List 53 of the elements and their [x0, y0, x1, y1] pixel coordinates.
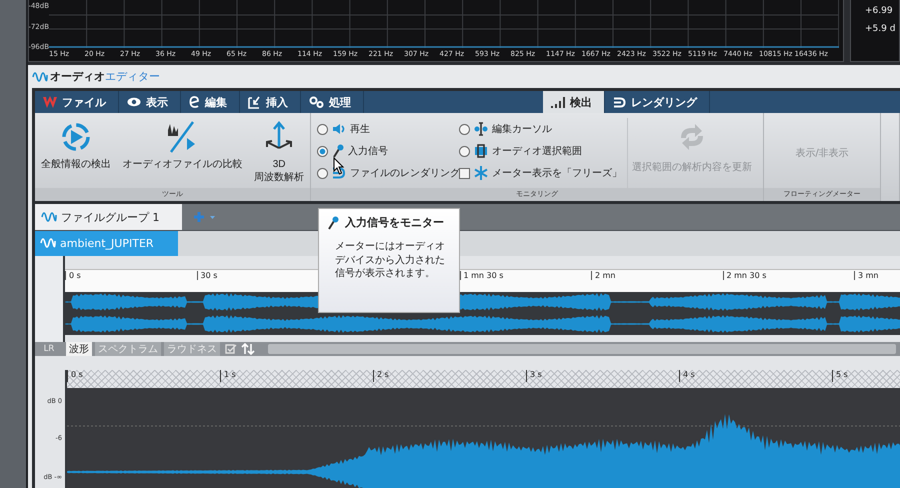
monitoring-option[interactable]: 再生: [317, 118, 459, 140]
radio-button[interactable]: [459, 146, 470, 157]
monitoring-option[interactable]: オーディオ選択範囲: [459, 140, 623, 162]
time-label: 2 mn: [591, 270, 616, 280]
mouse-pointer-icon: [333, 157, 345, 175]
eye-icon: [127, 97, 141, 108]
time-label: 0 s: [67, 370, 220, 382]
microphone-icon: [332, 144, 344, 158]
tooltip-title: 入力信号をモニター: [345, 215, 444, 230]
insert-icon: [248, 96, 261, 109]
wave-icon: [41, 211, 57, 224]
time-label: 3 mn: [854, 270, 878, 280]
tooltip-text: メーターにはオーディオデバイスから入力された信号が表示されます。: [334, 240, 446, 280]
view-tab[interactable]: 波形: [66, 342, 92, 356]
time-label: 3 s: [526, 370, 679, 382]
time-label: 4 s: [679, 370, 832, 382]
file-group-tab[interactable]: ファイルグループ 1: [35, 204, 182, 230]
signal-bars-icon: [551, 96, 565, 108]
edit-icon: [189, 96, 200, 108]
checkbox[interactable]: [459, 168, 470, 179]
readout-value: +6.99: [865, 6, 894, 16]
radio-button[interactable]: [317, 124, 328, 135]
microphone-icon: [327, 216, 339, 230]
channel-label: LR: [42, 344, 56, 354]
render-icon: [613, 96, 626, 108]
monitoring-option[interactable]: メーター表示を「フリーズ」: [459, 162, 623, 184]
gears-icon: [309, 96, 324, 108]
time-label: 2 s: [373, 370, 526, 382]
time-label: 30 s: [196, 270, 218, 280]
tool-button[interactable]: 3D 周波数解析: [252, 118, 306, 186]
time-label: 2 mn 30 s: [722, 270, 766, 280]
speaker-icon: [332, 123, 346, 136]
horizontal-scrollbar[interactable]: [268, 344, 896, 354]
wave-icon: [32, 70, 48, 82]
selection-icon: [474, 144, 488, 158]
wave-icon: [40, 237, 56, 250]
radio-button[interactable]: [459, 124, 470, 135]
time-label: 0 s: [65, 270, 81, 280]
monitoring-option[interactable]: 入力信号: [317, 140, 459, 162]
snowflake-icon: [474, 166, 488, 180]
window-title: オーディオエディター: [50, 69, 160, 84]
radio-button[interactable]: [317, 146, 328, 157]
readout-value: +5.9 d: [865, 24, 896, 34]
render-icon: [332, 167, 346, 180]
time-label: 1 s: [220, 370, 373, 382]
text-cursor-icon: [474, 122, 488, 136]
menu-tab[interactable]: 検出: [543, 91, 605, 114]
radio-button[interactable]: [317, 168, 328, 179]
tool-button[interactable]: オーディオファイルの比較: [120, 118, 244, 174]
time-label: 5 s: [832, 370, 900, 382]
monitoring-option[interactable]: 編集カーソル: [459, 118, 623, 140]
logo-icon: [43, 96, 57, 109]
tool-button[interactable]: 全般情報の検出: [38, 118, 113, 174]
